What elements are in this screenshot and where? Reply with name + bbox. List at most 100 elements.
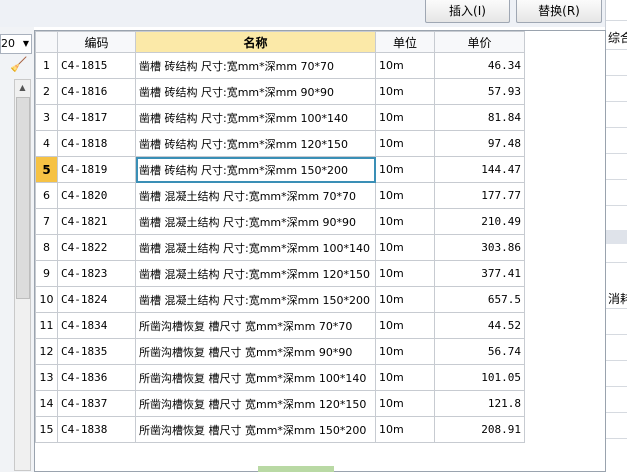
row-unit[interactable]: 10m xyxy=(375,416,435,443)
table-row[interactable]: 13 C4-1836 所凿沟槽恢复 槽尺寸 宽mm*深mm 100*140 10m 10… xyxy=(35,364,525,391)
row-price[interactable]: 121.8 xyxy=(434,390,525,417)
row-index[interactable]: 15 xyxy=(35,416,58,443)
row-name[interactable]: 所凿沟槽恢复 槽尺寸 宽mm*深mm 150*200 xyxy=(135,416,376,443)
header-name[interactable]: 名称 xyxy=(135,31,376,53)
row-index[interactable]: 9 xyxy=(35,260,58,287)
row-unit[interactable]: 10m xyxy=(375,52,435,79)
row-code[interactable]: C4-1818 xyxy=(57,130,136,157)
row-unit[interactable]: 10m xyxy=(375,234,435,261)
row-price[interactable]: 208.91 xyxy=(434,416,525,443)
table-row[interactable]: 5 C4-1819 凿槽 砖结构 尺寸:宽mm*深mm 150*200 10m 144.… xyxy=(35,156,525,183)
header-unit[interactable]: 单位 xyxy=(375,31,435,53)
table-row[interactable]: 2 C4-1816 凿槽 砖结构 尺寸:宽mm*深mm 90*90 10m 57.93 xyxy=(35,78,525,105)
row-code[interactable]: C4-1819 xyxy=(57,156,136,183)
row-code[interactable]: C4-1821 xyxy=(57,208,136,235)
table-row[interactable]: 1 C4-1815 凿槽 砖结构 尺寸:宽mm*深mm 70*70 10m 46.34 xyxy=(35,52,525,79)
row-name[interactable]: 凿槽 混凝土结构 尺寸:宽mm*深mm 120*150 xyxy=(135,260,376,287)
scroll-thumb[interactable] xyxy=(16,97,30,299)
row-name[interactable]: 凿槽 混凝土结构 尺寸:宽mm*深mm 70*70 xyxy=(135,182,376,209)
table-row[interactable]: 8 C4-1822 凿槽 混凝土结构 尺寸:宽mm*深mm 100*140 10m 30… xyxy=(35,234,525,261)
filter-combo[interactable]: 20 ▼ xyxy=(0,34,32,54)
row-code[interactable]: C4-1816 xyxy=(57,78,136,105)
header-code[interactable]: 编码 xyxy=(57,31,136,53)
row-code[interactable]: C4-1834 xyxy=(57,312,136,339)
row-index[interactable]: 7 xyxy=(35,208,58,235)
row-name[interactable]: 凿槽 混凝土结构 尺寸:宽mm*深mm 90*90 xyxy=(135,208,376,235)
replace-button[interactable]: 替换(R) xyxy=(516,0,602,23)
table-row[interactable]: 6 C4-1820 凿槽 混凝土结构 尺寸:宽mm*深mm 70*70 10m 177.… xyxy=(35,182,525,209)
row-price[interactable]: 56.74 xyxy=(434,338,525,365)
row-name[interactable]: 所凿沟槽恢复 槽尺寸 宽mm*深mm 100*140 xyxy=(135,364,376,391)
row-code[interactable]: C4-1837 xyxy=(57,390,136,417)
row-index[interactable]: 1 xyxy=(35,52,58,79)
row-code[interactable]: C4-1817 xyxy=(57,104,136,131)
row-name[interactable]: 凿槽 砖结构 尺寸:宽mm*深mm 150*200 xyxy=(135,156,376,183)
row-unit[interactable]: 10m xyxy=(375,78,435,105)
row-code[interactable]: C4-1824 xyxy=(57,286,136,313)
row-price[interactable]: 177.77 xyxy=(434,182,525,209)
row-code[interactable]: C4-1836 xyxy=(57,364,136,391)
row-index[interactable]: 13 xyxy=(35,364,58,391)
row-index[interactable]: 12 xyxy=(35,338,58,365)
row-price[interactable]: 377.41 xyxy=(434,260,525,287)
row-unit[interactable]: 10m xyxy=(375,364,435,391)
table-row[interactable]: 4 C4-1818 凿槽 砖结构 尺寸:宽mm*深mm 120*150 10m 97.4… xyxy=(35,130,525,157)
row-code[interactable]: C4-1820 xyxy=(57,182,136,209)
vertical-scrollbar[interactable]: ▲ xyxy=(14,79,31,471)
row-price[interactable]: 303.86 xyxy=(434,234,525,261)
table-row[interactable]: 7 C4-1821 凿槽 混凝土结构 尺寸:宽mm*深mm 90*90 10m 210.… xyxy=(35,208,525,235)
row-index[interactable]: 11 xyxy=(35,312,58,339)
row-index[interactable]: 14 xyxy=(35,390,58,417)
row-unit[interactable]: 10m xyxy=(375,260,435,287)
row-name[interactable]: 凿槽 砖结构 尺寸:宽mm*深mm 70*70 xyxy=(135,52,376,79)
row-unit[interactable]: 10m xyxy=(375,182,435,209)
table-row[interactable]: 9 C4-1823 凿槽 混凝土结构 尺寸:宽mm*深mm 120*150 10m 37… xyxy=(35,260,525,287)
row-unit[interactable]: 10m xyxy=(375,156,435,183)
row-code[interactable]: C4-1835 xyxy=(57,338,136,365)
row-price[interactable]: 101.05 xyxy=(434,364,525,391)
row-index[interactable]: 8 xyxy=(35,234,58,261)
table-row[interactable]: 15 C4-1838 所凿沟槽恢复 槽尺寸 宽mm*深mm 150*200 10m 20… xyxy=(35,416,525,443)
row-index[interactable]: 3 xyxy=(35,104,58,131)
row-index[interactable]: 6 xyxy=(35,182,58,209)
row-index[interactable]: 4 xyxy=(35,130,58,157)
row-unit[interactable]: 10m xyxy=(375,338,435,365)
row-name[interactable]: 所凿沟槽恢复 槽尺寸 宽mm*深mm 90*90 xyxy=(135,338,376,365)
row-code[interactable]: C4-1815 xyxy=(57,52,136,79)
row-name[interactable]: 凿槽 混凝土结构 尺寸:宽mm*深mm 100*140 xyxy=(135,234,376,261)
row-unit[interactable]: 10m xyxy=(375,130,435,157)
row-price[interactable]: 57.93 xyxy=(434,78,525,105)
table-row[interactable]: 12 C4-1835 所凿沟槽恢复 槽尺寸 宽mm*深mm 90*90 10m 56.7… xyxy=(35,338,525,365)
row-name[interactable]: 凿槽 砖结构 尺寸:宽mm*深mm 120*150 xyxy=(135,130,376,157)
row-unit[interactable]: 10m xyxy=(375,390,435,417)
row-index[interactable]: 2 xyxy=(35,78,58,105)
row-price[interactable]: 46.34 xyxy=(434,52,525,79)
row-unit[interactable]: 10m xyxy=(375,104,435,131)
row-name[interactable]: 凿槽 混凝土结构 尺寸:宽mm*深mm 150*200 xyxy=(135,286,376,313)
table-row[interactable]: 10 C4-1824 凿槽 混凝土结构 尺寸:宽mm*深mm 150*200 10m 6… xyxy=(35,286,525,313)
row-code[interactable]: C4-1838 xyxy=(57,416,136,443)
row-unit[interactable]: 10m xyxy=(375,286,435,313)
row-price[interactable]: 210.49 xyxy=(434,208,525,235)
row-name[interactable]: 凿槽 砖结构 尺寸:宽mm*深mm 100*140 xyxy=(135,104,376,131)
row-name[interactable]: 所凿沟槽恢复 槽尺寸 宽mm*深mm 120*150 xyxy=(135,390,376,417)
brush-icon[interactable]: 🧹 xyxy=(10,56,28,74)
header-price[interactable]: 单价 xyxy=(434,31,525,53)
table-row[interactable]: 3 C4-1817 凿槽 砖结构 尺寸:宽mm*深mm 100*140 10m 81.8… xyxy=(35,104,525,131)
table-row[interactable]: 14 C4-1837 所凿沟槽恢复 槽尺寸 宽mm*深mm 120*150 10m 12… xyxy=(35,390,525,417)
row-unit[interactable]: 10m xyxy=(375,208,435,235)
scroll-up-icon[interactable]: ▲ xyxy=(15,80,30,95)
row-price[interactable]: 657.5 xyxy=(434,286,525,313)
row-name[interactable]: 所凿沟槽恢复 槽尺寸 宽mm*深mm 70*70 xyxy=(135,312,376,339)
table-row[interactable]: 11 C4-1834 所凿沟槽恢复 槽尺寸 宽mm*深mm 70*70 10m 44.5… xyxy=(35,312,525,339)
row-price[interactable]: 81.84 xyxy=(434,104,525,131)
row-index[interactable]: 10 xyxy=(35,286,58,313)
row-unit[interactable]: 10m xyxy=(375,312,435,339)
row-code[interactable]: C4-1823 xyxy=(57,260,136,287)
row-name[interactable]: 凿槽 砖结构 尺寸:宽mm*深mm 90*90 xyxy=(135,78,376,105)
row-price[interactable]: 44.52 xyxy=(434,312,525,339)
insert-button[interactable]: 插入(I) xyxy=(425,0,510,23)
row-price[interactable]: 97.48 xyxy=(434,130,525,157)
row-price[interactable]: 144.47 xyxy=(434,156,525,183)
row-code[interactable]: C4-1822 xyxy=(57,234,136,261)
